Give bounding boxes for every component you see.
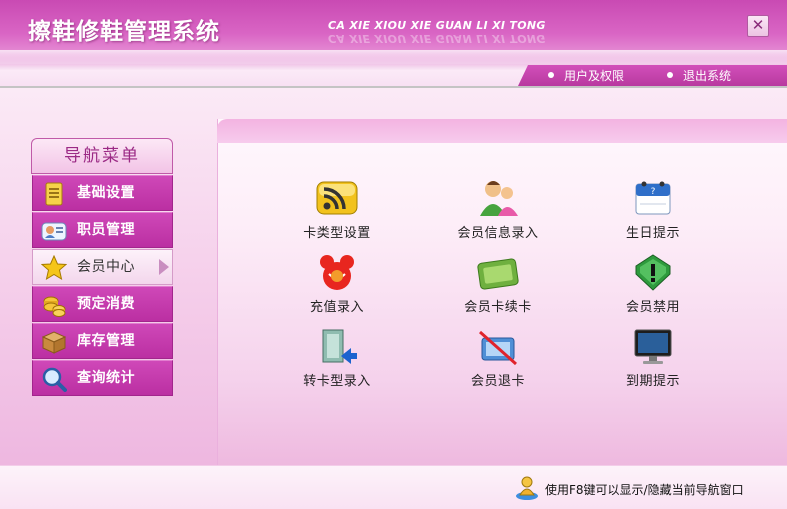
expiry-reminder-button[interactable]: 到期提示 bbox=[593, 326, 713, 389]
nav-item-query-stats[interactable]: 查询统计 bbox=[32, 360, 173, 396]
id-card-icon bbox=[41, 222, 67, 241]
nav-item-label: 库存管理 bbox=[77, 333, 135, 349]
member-disable-button[interactable]: 会员禁用 bbox=[593, 252, 713, 315]
function-label: 充值录入 bbox=[309, 300, 364, 315]
function-label: 会员退卡 bbox=[470, 374, 525, 389]
user-hint-icon bbox=[516, 476, 538, 500]
nav-menu-title: 导航菜单 bbox=[31, 138, 173, 174]
nav-item-label: 职员管理 bbox=[77, 222, 135, 238]
monitor-icon bbox=[634, 329, 672, 364]
expand-arrow-icon bbox=[159, 259, 169, 275]
recharge-entry-button[interactable]: 充值录入 bbox=[277, 252, 397, 315]
shield-icon bbox=[635, 254, 671, 291]
nav-item-label: 查询统计 bbox=[77, 370, 135, 386]
function-label: 会员信息录入 bbox=[457, 226, 539, 241]
function-label: 转卡型录入 bbox=[303, 374, 371, 389]
nav-item-basic-settings[interactable]: 基础设置 bbox=[32, 175, 173, 211]
rss-icon bbox=[316, 181, 358, 215]
nav-item-label: 会员中心 bbox=[77, 259, 135, 275]
user-permission-link[interactable]: 用户及权限 bbox=[548, 68, 624, 84]
f8-hint-text: 使用F8键可以显示/隐藏当前导航窗口 bbox=[545, 483, 744, 497]
nav-item-inventory[interactable]: 库存管理 bbox=[32, 323, 173, 359]
coins-icon bbox=[43, 296, 66, 317]
member-card-refund-button[interactable]: 会员退卡 bbox=[438, 326, 558, 389]
nav-item-staff[interactable]: 职员管理 bbox=[32, 212, 173, 248]
function-label: 会员禁用 bbox=[625, 300, 680, 315]
bullet-icon bbox=[667, 72, 673, 78]
card-type-transfer-button[interactable]: 转卡型录入 bbox=[277, 326, 397, 389]
box-icon bbox=[41, 331, 67, 354]
member-card-renewal-button[interactable]: 会员卡续卡 bbox=[438, 252, 558, 315]
birthday-reminder-button[interactable]: ? 生日提示 bbox=[593, 178, 713, 241]
app-subtitle: CA XIE XIOU XIE GUAN LI XI TONG bbox=[328, 19, 546, 32]
header-sheen bbox=[0, 50, 787, 64]
calendar-icon: ? bbox=[635, 181, 671, 215]
card-remove-icon bbox=[479, 330, 517, 366]
svg-text:?: ? bbox=[651, 187, 656, 197]
exit-system-label: 退出系统 bbox=[683, 69, 732, 83]
nav-item-member-center[interactable]: 会员中心 bbox=[32, 249, 173, 285]
card-type-settings-button[interactable]: 卡类型设置 bbox=[277, 178, 397, 241]
app-title: 擦鞋修鞋管理系统 bbox=[28, 19, 220, 45]
app-subtitle-reflection: CA XIE XIOU XIE GUAN LI XI TONG bbox=[328, 32, 546, 45]
card-icon bbox=[477, 258, 519, 290]
function-label: 会员卡续卡 bbox=[464, 300, 532, 315]
bullet-icon bbox=[548, 72, 554, 78]
user-permission-label: 用户及权限 bbox=[564, 69, 625, 83]
magnifier-icon bbox=[42, 367, 67, 392]
function-label: 生日提示 bbox=[625, 226, 680, 241]
star-icon bbox=[41, 255, 67, 281]
transfer-icon bbox=[322, 329, 357, 364]
function-panel-header bbox=[217, 119, 787, 143]
function-label: 到期提示 bbox=[625, 374, 680, 389]
document-icon bbox=[45, 182, 63, 206]
mouse-icon bbox=[320, 255, 354, 290]
function-label: 卡类型设置 bbox=[303, 226, 371, 241]
member-info-entry-button[interactable]: 会员信息录入 bbox=[438, 178, 558, 241]
users-icon bbox=[480, 181, 518, 216]
close-button[interactable]: ✕ bbox=[747, 15, 769, 37]
nav-item-reservation[interactable]: 预定消费 bbox=[32, 286, 173, 322]
nav-item-label: 预定消费 bbox=[77, 296, 135, 312]
nav-item-label: 基础设置 bbox=[77, 185, 135, 201]
exit-system-link[interactable]: 退出系统 bbox=[667, 68, 731, 84]
